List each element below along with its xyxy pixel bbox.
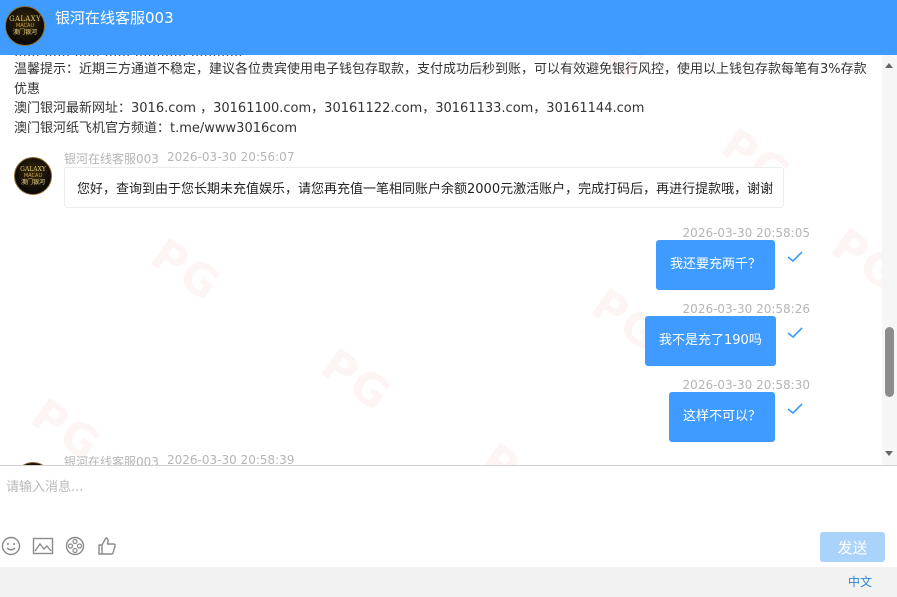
scroll-down-arrow-icon[interactable]	[885, 451, 893, 456]
chat-scrollbar[interactable]	[882, 55, 897, 465]
message-time: 2026-03-30 20:56:07	[167, 150, 295, 164]
user-message-bubble: 我不是充了190吗	[645, 316, 776, 366]
scroll-thumb[interactable]	[885, 327, 894, 397]
scroll-up-arrow-icon[interactable]	[885, 63, 893, 68]
read-check-icon	[787, 327, 803, 339]
watermark: PG	[821, 218, 882, 303]
chat-window: GALAXY MACAU 澳门银河 银河在线客服003 PG PG PG PG …	[0, 0, 897, 597]
video-icon[interactable]	[64, 535, 86, 557]
user-message-bubble: 我还要充两千？	[656, 240, 776, 290]
watermark: PG	[141, 228, 231, 313]
read-check-icon	[787, 251, 803, 263]
message-time: 2026-03-30 20:58:30	[682, 378, 810, 392]
logo-chinese: 澳门银河	[20, 179, 45, 186]
footer-bar: 中文	[0, 567, 897, 597]
system-notice-urls: 澳门银河最新网址：3016.com ，30161100.com，30161122…	[14, 101, 645, 116]
message-list[interactable]: PG PG PG PG PG PG PG PG …… …… …… …… ……………	[0, 55, 882, 465]
language-switch[interactable]: 中文	[848, 573, 872, 590]
logo-chinese: 澳门银河	[12, 29, 37, 36]
watermark: PG	[472, 434, 561, 465]
message-time: 2026-03-30 20:58:05	[682, 226, 810, 240]
message-input[interactable]	[0, 472, 880, 528]
brand-logo: GALAXY MACAU 澳门银河	[5, 6, 45, 46]
message-time: 2026-03-30 20:58:26	[682, 302, 810, 316]
logo-text: GALAXY	[9, 15, 41, 23]
agent-title: 银河在线客服003	[55, 9, 174, 27]
watermark: PG	[311, 338, 401, 423]
agent-message-bubble: 您好，查询到由于您长期未充值娱乐，请您再充值一笔相同账户余额2000元激活账户，…	[64, 167, 784, 208]
composer-toolbar	[0, 534, 120, 558]
composer: 发送	[0, 465, 897, 567]
message-sender: 银河在线客服003	[64, 152, 159, 166]
system-notice-tip: 温馨提示：近期三方通道不稳定，建议各位贵宾使用电子钱包存取款，支付成功后秒到账，…	[14, 62, 867, 97]
system-notice-telegram: 澳门银河纸飞机官方频道：t.me/www3016com	[14, 121, 298, 136]
agent-avatar: GALAXY MACAU 澳门银河	[14, 157, 52, 195]
header-bar: GALAXY MACAU 澳门银河 银河在线客服003	[0, 0, 897, 55]
message-time: 2026-03-30 20:58:39	[167, 453, 295, 465]
logo-text: GALAXY	[20, 166, 46, 173]
image-icon[interactable]	[32, 535, 54, 557]
read-check-icon	[787, 403, 803, 415]
send-button[interactable]: 发送	[820, 532, 885, 562]
thumbs-up-icon[interactable]	[96, 535, 118, 557]
user-message-bubble: 这样不可以？	[669, 392, 776, 442]
message-sender: 银河在线客服003	[64, 455, 159, 465]
emoji-icon[interactable]	[0, 535, 22, 557]
